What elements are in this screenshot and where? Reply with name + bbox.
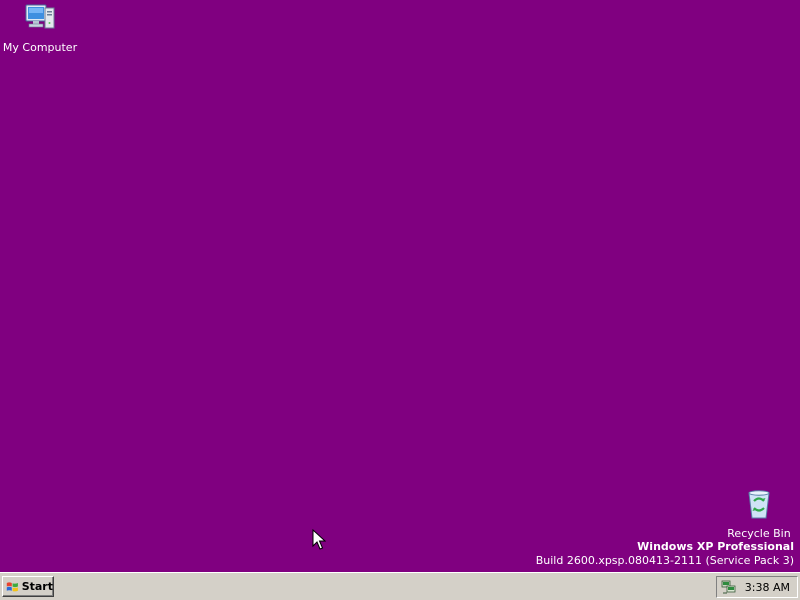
system-tray: 3:38 AM [716, 576, 798, 598]
network-icon[interactable] [721, 579, 737, 595]
os-edition-text: Windows XP Professional [637, 540, 794, 553]
os-build-text: Build 2600.xpsp.080413-2111 (Service Pac… [535, 554, 794, 567]
windows-logo-icon [6, 581, 18, 591]
start-button-label: Start [21, 580, 53, 593]
my-computer-icon [25, 4, 55, 29]
tray-clock[interactable]: 3:38 AM [745, 581, 790, 594]
desktop-icon-my-computer[interactable]: My Computer [0, 2, 80, 55]
os-version-watermark: Windows XP Professional Build 2600.xpsp.… [536, 540, 794, 568]
mouse-pointer-icon [312, 529, 326, 550]
desktop[interactable]: My Computer Recycle Bin Windows XP Profe… [0, 0, 800, 572]
desktop-icon-label: My Computer [2, 41, 78, 54]
start-button[interactable]: Start [2, 576, 54, 597]
taskbar: Start 3:38 AM [0, 572, 800, 600]
recycle-bin-icon [748, 490, 770, 519]
desktop-icon-label: Recycle Bin [727, 527, 791, 540]
desktop-icon-recycle-bin[interactable]: Recycle Bin [719, 488, 799, 541]
